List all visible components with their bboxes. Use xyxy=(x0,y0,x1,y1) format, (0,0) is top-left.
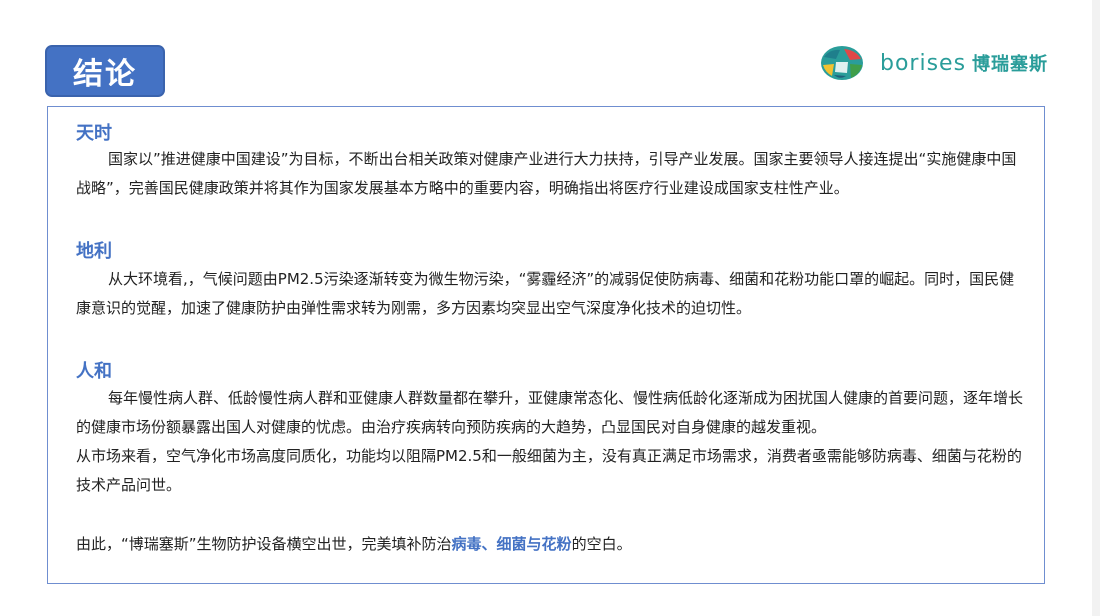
section-paragraph-renhe: 每年慢性病人群、低龄慢性病人群和亚健康人群数量都在攀升，亚健康常态化、慢性病低龄… xyxy=(76,389,1024,436)
conclusion-suffix: 的空白。 xyxy=(571,535,632,553)
section-paragraph-dili: 从大环境看,，气候问题由PM2.5污染逐渐转变为微生物污染，“雾霾经济”的减弱促… xyxy=(76,270,1015,317)
section-heading-tianshi: 天时 xyxy=(76,123,112,144)
conclusion-prefix: 由此，“博瑞塞斯”生物防护设备横空出世，完美填补防治 xyxy=(76,535,452,553)
logo-wordmark: borises xyxy=(880,50,967,76)
section-heading-renhe: 人和 xyxy=(76,361,112,382)
section-heading-dili: 地利 xyxy=(76,241,112,262)
section-paragraph-market: 从市场来看，空气净化市场高度同质化，功能均以阻隔PM2.5和一般细菌为主，没有真… xyxy=(76,447,1022,494)
content-panel: 天时 国家以”推进健康中国建设”为目标，不断出台相关政策对健康产业进行大力扶持，… xyxy=(47,106,1045,584)
conclusion-highlight: 病毒、细菌与花粉 xyxy=(451,535,572,553)
slide-title: 结论 xyxy=(45,45,165,97)
logo-chinese-name: 博瑞塞斯 xyxy=(972,54,1049,75)
right-edge-strip xyxy=(1092,0,1100,616)
section-paragraph-tianshi: 国家以”推进健康中国建设”为目标，不断出台相关政策对健康产业进行大力扶持，引导产… xyxy=(76,150,1017,197)
brand-logo: borises 博瑞塞斯 xyxy=(820,44,1048,82)
conclusion-paragraph: 由此，“博瑞塞斯”生物防护设备横空出世，完美填补防治病毒、细菌与花粉的空白。 xyxy=(76,530,1028,559)
globe-logo-icon xyxy=(821,46,863,80)
